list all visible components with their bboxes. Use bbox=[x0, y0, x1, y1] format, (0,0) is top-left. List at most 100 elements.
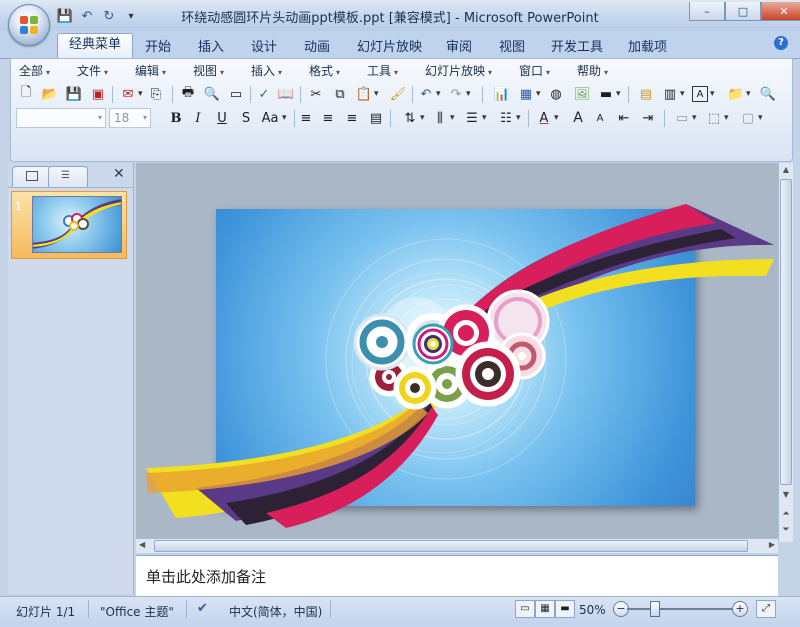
chevron-down-icon[interactable]: ▾ bbox=[516, 108, 521, 128]
tab-developer[interactable]: 开发工具 bbox=[551, 36, 603, 55]
menu-insert[interactable]: 插入 ▾ bbox=[251, 62, 282, 79]
menu-file[interactable]: 文件 ▾ bbox=[77, 62, 108, 79]
menu-all[interactable]: 全部 ▾ bbox=[19, 62, 50, 79]
minimize-button[interactable]: – bbox=[689, 2, 725, 21]
layout-icon[interactable]: ▥ bbox=[660, 84, 680, 104]
fit-to-window-icon[interactable]: ⤢ bbox=[756, 600, 776, 618]
print-preview-icon[interactable]: 🔍 bbox=[202, 84, 222, 104]
slide-thumbnail-image[interactable] bbox=[32, 196, 122, 253]
picture-icon[interactable]: 🖼 bbox=[572, 84, 592, 104]
chevron-down-icon[interactable]: ▾ bbox=[692, 108, 697, 128]
tab-outline[interactable]: ☰ bbox=[48, 166, 88, 187]
scroll-up-icon[interactable]: ▲ bbox=[780, 164, 792, 176]
shapes-icon[interactable]: ▭ bbox=[672, 108, 692, 128]
undo-icon[interactable]: ↶ bbox=[78, 7, 96, 25]
spelling-icon[interactable]: ✓ bbox=[254, 84, 274, 104]
color-grayscale-icon[interactable]: ▬ bbox=[596, 84, 616, 104]
quick-styles-icon[interactable]: ▢ bbox=[738, 108, 758, 128]
office-button[interactable] bbox=[8, 4, 50, 46]
bullets-icon[interactable]: ☷ bbox=[496, 108, 516, 128]
close-button[interactable]: ✕ bbox=[761, 2, 800, 21]
research-icon[interactable]: ⎘ bbox=[146, 84, 166, 104]
change-case-button[interactable]: Aa bbox=[260, 108, 280, 128]
chevron-down-icon[interactable]: ▾ bbox=[420, 108, 425, 128]
chevron-down-icon[interactable]: ▾ bbox=[680, 84, 685, 104]
chevron-down-icon[interactable]: ▾ bbox=[282, 108, 287, 128]
menu-tools[interactable]: 工具 ▾ bbox=[367, 62, 398, 79]
text-box-icon[interactable]: A bbox=[692, 86, 708, 102]
grow-font-button[interactable]: A bbox=[568, 108, 588, 128]
normal-view-icon[interactable]: ▭ bbox=[515, 600, 535, 618]
zoom-slider-track[interactable] bbox=[627, 608, 733, 610]
permission-icon[interactable]: ▣ bbox=[88, 84, 108, 104]
copy-icon[interactable]: ⧉ bbox=[330, 84, 350, 104]
chevron-down-icon[interactable]: ▾ bbox=[758, 108, 763, 128]
chevron-down-icon[interactable]: ▾ bbox=[466, 84, 471, 104]
new-slide-icon[interactable]: ▤ bbox=[636, 84, 656, 104]
tab-home[interactable]: 开始 bbox=[145, 36, 171, 55]
horizontal-scroll-thumb[interactable] bbox=[154, 540, 748, 552]
decrease-indent-icon[interactable]: ⇤ bbox=[614, 108, 634, 128]
spelling-check-icon[interactable]: ✔ bbox=[197, 601, 208, 616]
chevron-down-icon[interactable]: ▾ bbox=[554, 108, 559, 128]
previous-slide-icon[interactable]: ⏶ bbox=[780, 508, 792, 520]
thesaurus-icon[interactable]: 📖 bbox=[276, 84, 296, 104]
arrange-icon[interactable]: ⬚ bbox=[704, 108, 724, 128]
close-panel-icon[interactable]: ✕ bbox=[113, 166, 125, 182]
zoom-in-button[interactable]: + bbox=[732, 601, 748, 617]
menu-edit[interactable]: 编辑 ▾ bbox=[135, 62, 166, 79]
slideshow-view-icon[interactable]: ▬ bbox=[555, 600, 575, 618]
chevron-down-icon[interactable]: ▾ bbox=[710, 84, 715, 104]
chevron-down-icon[interactable]: ▾ bbox=[450, 108, 455, 128]
scroll-down-icon[interactable]: ▼ bbox=[780, 489, 792, 501]
shadow-button[interactable]: S bbox=[236, 108, 256, 128]
tab-view[interactable]: 视图 bbox=[499, 36, 525, 55]
notes-placeholder[interactable]: 单击此处添加备注 bbox=[146, 566, 266, 587]
maximize-button[interactable]: □ bbox=[725, 2, 761, 21]
next-slide-icon[interactable]: ⏷ bbox=[780, 524, 792, 536]
vertical-scroll-thumb[interactable] bbox=[780, 179, 792, 485]
zoom-level[interactable]: 50% bbox=[579, 603, 606, 617]
undo-icon[interactable]: ↶ bbox=[416, 84, 436, 104]
language-indicator[interactable]: 中文(简体，中国) bbox=[229, 603, 322, 620]
tab-slides[interactable] bbox=[12, 166, 52, 187]
bold-button[interactable]: B bbox=[166, 108, 186, 128]
send-mail-icon[interactable]: ✉ bbox=[118, 84, 138, 104]
chevron-down-icon[interactable]: ▾ bbox=[724, 108, 729, 128]
tab-classic-menu[interactable]: 经典菜单 bbox=[57, 33, 134, 59]
chevron-down-icon[interactable]: ▾ bbox=[436, 84, 441, 104]
table-icon[interactable]: ▦ bbox=[516, 84, 536, 104]
menu-slideshow[interactable]: 幻灯片放映 ▾ bbox=[425, 62, 492, 79]
slide-layout-icon[interactable]: ▭ bbox=[226, 84, 246, 104]
align-center-icon[interactable]: ≡ bbox=[318, 108, 338, 128]
font-name-combo[interactable]: ▾ bbox=[16, 108, 106, 128]
chevron-down-icon[interactable]: ▾ bbox=[536, 84, 541, 104]
font-size-combo[interactable]: 18 ▾ bbox=[109, 108, 151, 128]
underline-button[interactable]: U bbox=[212, 108, 232, 128]
open-folder-icon[interactable]: 📁 bbox=[726, 84, 746, 104]
italic-button[interactable]: I bbox=[188, 108, 208, 128]
paste-icon[interactable]: 📋 bbox=[354, 84, 374, 104]
columns-icon[interactable]: ⫼ bbox=[430, 108, 450, 128]
text-direction-icon[interactable]: ⇅ bbox=[400, 108, 420, 128]
slide-sorter-view-icon[interactable]: ▦ bbox=[535, 600, 555, 618]
menu-view[interactable]: 视图 ▾ bbox=[193, 62, 224, 79]
shrink-font-button[interactable]: A bbox=[590, 108, 610, 128]
scroll-right-icon[interactable]: ▶ bbox=[769, 540, 775, 549]
chevron-down-icon[interactable]: ▾ bbox=[616, 84, 621, 104]
zoom-slider-thumb[interactable] bbox=[650, 601, 660, 617]
align-right-icon[interactable]: ≡ bbox=[342, 108, 362, 128]
font-color-icon[interactable]: A bbox=[534, 108, 554, 128]
save-icon[interactable]: 💾 bbox=[64, 84, 84, 104]
new-document-icon[interactable]: 🗋 bbox=[16, 84, 36, 104]
menu-format[interactable]: 格式 ▾ bbox=[309, 62, 340, 79]
customize-qat-icon[interactable]: ▾ bbox=[122, 7, 140, 25]
redo-icon[interactable]: ↷ bbox=[446, 84, 466, 104]
numbering-icon[interactable]: ☰ bbox=[462, 108, 482, 128]
menu-window[interactable]: 窗口 ▾ bbox=[519, 62, 550, 79]
increase-indent-icon[interactable]: ⇥ bbox=[638, 108, 658, 128]
cut-icon[interactable]: ✂ bbox=[306, 84, 326, 104]
scroll-left-icon[interactable]: ◀ bbox=[139, 540, 145, 549]
tab-animations[interactable]: 动画 bbox=[304, 36, 330, 55]
format-painter-icon[interactable]: 🖌 bbox=[388, 84, 408, 104]
